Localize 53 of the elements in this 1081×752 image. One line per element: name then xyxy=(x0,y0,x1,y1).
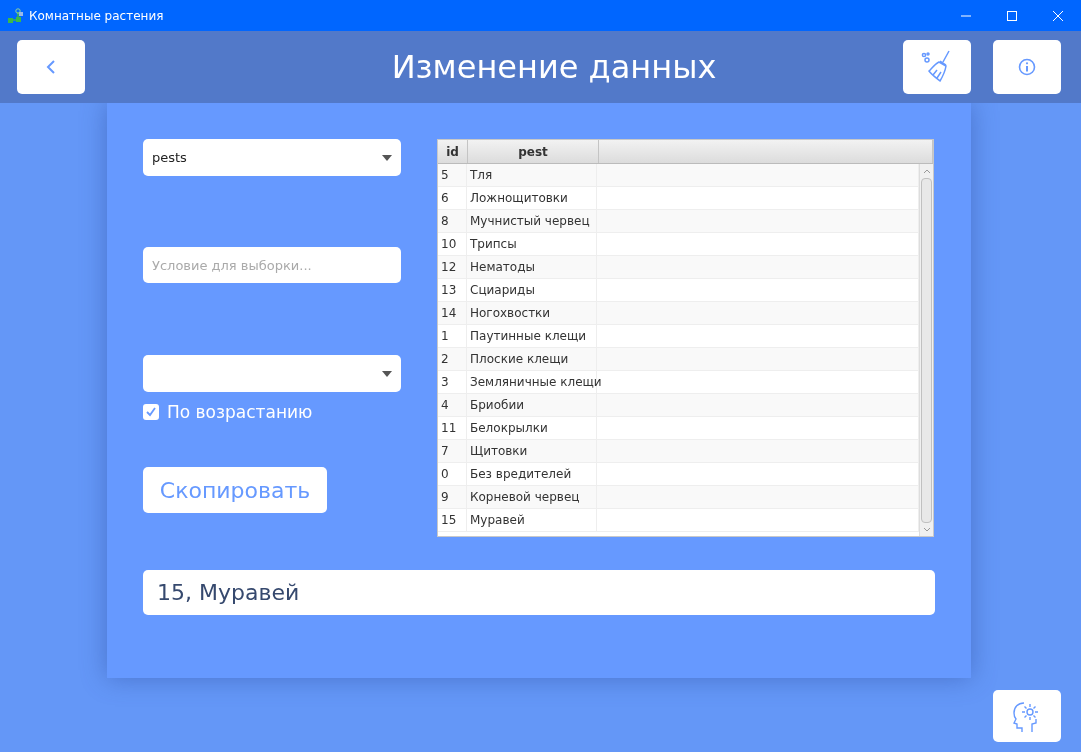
table-cell: 0 xyxy=(438,463,467,485)
table-cell: Ногохвостки xyxy=(467,302,597,324)
caret-icon xyxy=(382,370,392,377)
table-cell: Плоские клещи xyxy=(467,348,597,370)
checkbox[interactable] xyxy=(143,404,159,420)
table-select[interactable]: pests xyxy=(143,139,401,176)
table-cell: 8 xyxy=(438,210,467,232)
table-cell: Щитовки xyxy=(467,440,597,462)
table-cell: Паутинные клещи xyxy=(467,325,597,347)
table-cell: Трипсы xyxy=(467,233,597,255)
close-icon[interactable] xyxy=(1052,9,1064,22)
settings-button[interactable] xyxy=(993,690,1061,742)
window-title: Комнатные растения xyxy=(29,8,165,23)
checkbox-label: По возрастанию xyxy=(167,402,313,422)
plant-app-icon xyxy=(7,7,23,24)
table-cell: 11 xyxy=(438,417,467,439)
info-button[interactable] xyxy=(993,40,1061,94)
table-cell: Сциариды xyxy=(467,279,597,301)
page-title: Изменение данных xyxy=(390,48,718,86)
table-cell: 2 xyxy=(438,348,467,370)
table-cell: Тля xyxy=(467,164,597,186)
table-cell: Корневой червец xyxy=(467,486,597,508)
table-cell: 6 xyxy=(438,187,467,209)
chevron-left-icon xyxy=(46,60,56,74)
table-cell: Без вредителей xyxy=(467,463,597,485)
maximize-icon[interactable] xyxy=(1006,9,1018,22)
info-icon xyxy=(1018,58,1036,76)
table-cell: 10 xyxy=(438,233,467,255)
table-cell: 1 xyxy=(438,325,467,347)
clear-button[interactable] xyxy=(903,40,971,94)
condition-field[interactable]: Условие для выборки... xyxy=(143,247,401,283)
table-cell: Нематоды xyxy=(467,256,597,278)
table-cell: 9 xyxy=(438,486,467,508)
table-cell: 15 xyxy=(438,509,467,531)
table-cell: 5 xyxy=(438,164,467,186)
table-cell: Бриобии xyxy=(467,394,597,416)
table-cell: 13 xyxy=(438,279,467,301)
table-cell: 3 xyxy=(438,371,467,393)
table-cell: 4 xyxy=(438,394,467,416)
table-cell: 14 xyxy=(438,302,467,324)
table-cell: Муравей xyxy=(467,509,597,531)
table-cell: 12 xyxy=(438,256,467,278)
column-header[interactable]: pest xyxy=(468,140,599,163)
table-cell: Белокрылки xyxy=(467,417,597,439)
column-header[interactable]: id xyxy=(438,140,468,163)
result-field[interactable]: 15, Муравей xyxy=(143,570,935,615)
caret-icon xyxy=(382,154,392,161)
scroll-up-icon[interactable] xyxy=(922,168,931,174)
scrollbar[interactable] xyxy=(919,164,933,536)
table-cell: Ложнощитовки xyxy=(467,187,597,209)
scroll-down-icon[interactable] xyxy=(922,527,931,533)
table-cell: 7 xyxy=(438,440,467,462)
table-cell: Мучнистый червец xyxy=(467,210,597,232)
